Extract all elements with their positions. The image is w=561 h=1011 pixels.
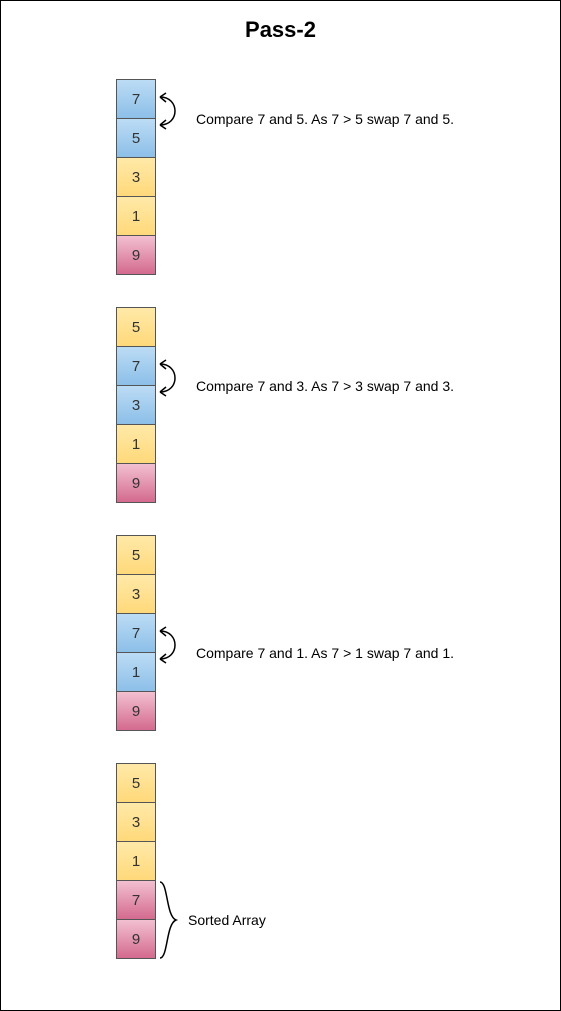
array-cell: 9 bbox=[116, 919, 156, 959]
array-cell: 3 bbox=[116, 574, 156, 614]
step-annotation: Compare 7 and 1. As 7 > 1 swap 7 and 1. bbox=[196, 645, 454, 661]
array-cell: 5 bbox=[116, 535, 156, 575]
array-cell: 3 bbox=[116, 157, 156, 197]
sort-step-3: 5 3 7 1 9 Compare 7 and 1. As 7 > 1 swap… bbox=[116, 535, 560, 735]
sorted-array-label: Sorted Array bbox=[188, 912, 266, 928]
array-cell: 9 bbox=[116, 691, 156, 731]
swap-arrow-icon bbox=[156, 79, 192, 143]
array-cell: 3 bbox=[116, 802, 156, 842]
array-final: 5 3 1 7 9 bbox=[116, 763, 156, 959]
array-cell: 9 bbox=[116, 235, 156, 275]
page-title: Pass-2 bbox=[1, 1, 560, 51]
array-2: 5 7 3 1 9 bbox=[116, 307, 156, 503]
array-cell: 5 bbox=[116, 763, 156, 803]
array-cell: 7 bbox=[116, 79, 156, 119]
sort-step-2: 5 7 3 1 9 Compare 7 and 3. As 7 > 3 swap… bbox=[116, 307, 560, 507]
array-3: 5 3 7 1 9 bbox=[116, 535, 156, 731]
swap-arrow-icon bbox=[156, 613, 192, 677]
array-cell: 7 bbox=[116, 880, 156, 920]
array-cell: 9 bbox=[116, 463, 156, 503]
array-cell: 5 bbox=[116, 118, 156, 158]
array-cell: 7 bbox=[116, 346, 156, 386]
brace-icon bbox=[156, 880, 180, 960]
array-cell: 1 bbox=[116, 841, 156, 881]
array-cell: 5 bbox=[116, 307, 156, 347]
array-cell: 7 bbox=[116, 613, 156, 653]
step-annotation: Compare 7 and 5. As 7 > 5 swap 7 and 5. bbox=[196, 111, 454, 127]
array-cell: 1 bbox=[116, 196, 156, 236]
sort-step-final: 5 3 1 7 9 Sorted Array bbox=[116, 763, 560, 963]
array-cell: 3 bbox=[116, 385, 156, 425]
array-cell: 1 bbox=[116, 652, 156, 692]
array-1: 7 5 3 1 9 bbox=[116, 79, 156, 275]
step-annotation: Compare 7 and 3. As 7 > 3 swap 7 and 3. bbox=[196, 378, 454, 394]
swap-arrow-icon bbox=[156, 346, 192, 410]
array-cell: 1 bbox=[116, 424, 156, 464]
sort-step-1: 7 5 3 1 9 Compare 7 and 5. As 7 > 5 swap… bbox=[116, 79, 560, 279]
